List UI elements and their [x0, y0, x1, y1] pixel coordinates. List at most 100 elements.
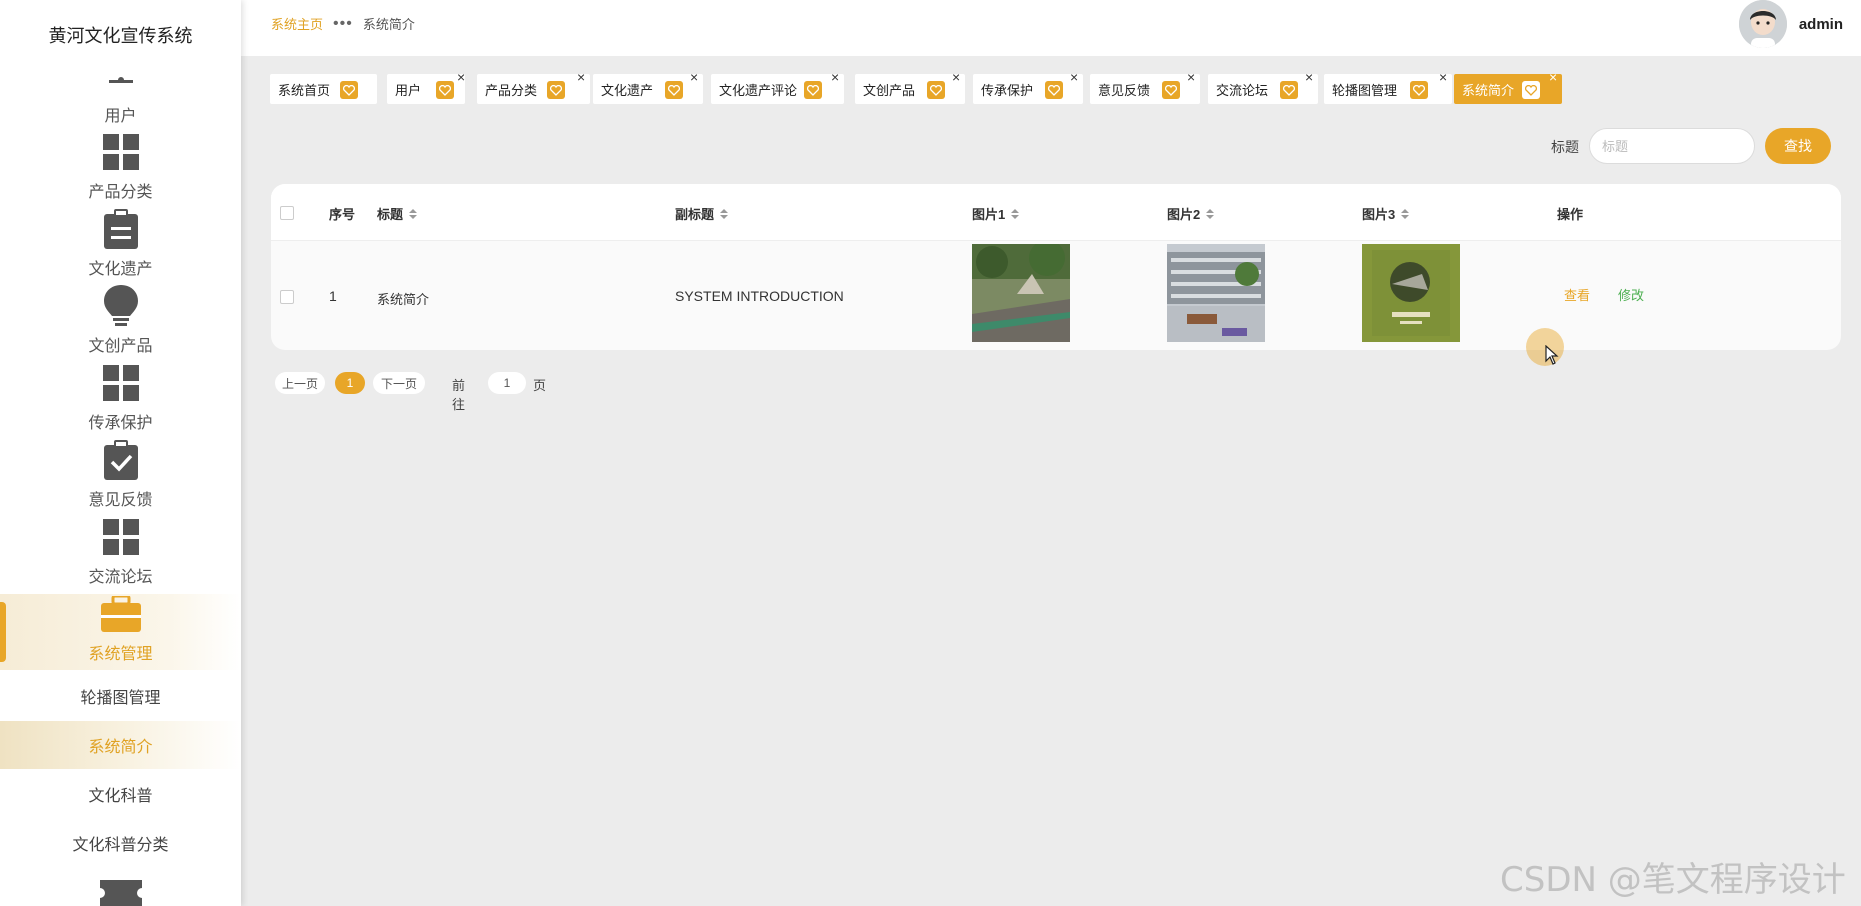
tab-users[interactable]: 用户 ×: [387, 70, 465, 104]
sidebar-item-forum[interactable]: 交流论坛: [0, 517, 241, 593]
tab-inheritance-protection[interactable]: 传承保护 ×: [973, 70, 1083, 104]
tab-label: 系统首页: [278, 82, 331, 98]
table-header: 序号 标题 副标题 图片1 图片2 图片3 操作: [271, 184, 1841, 241]
close-icon[interactable]: ×: [831, 70, 839, 84]
sidebar-item-system-management[interactable]: 系统管理: [0, 594, 241, 670]
edit-button[interactable]: 修改: [1618, 285, 1644, 304]
breadcrumb-separator: •••: [333, 14, 353, 32]
sidebar-item-cultural-heritage[interactable]: 文化遗产: [0, 209, 241, 285]
page-input[interactable]: 1: [488, 372, 526, 394]
avatar[interactable]: [1738, 0, 1787, 48]
prev-page-button[interactable]: 上一页: [275, 372, 325, 394]
column-header-subtitle[interactable]: 副标题: [675, 204, 729, 223]
tab-carousel[interactable]: 轮播图管理 ×: [1324, 70, 1452, 104]
close-icon[interactable]: ×: [1187, 70, 1195, 84]
clipboard-icon: [101, 209, 141, 249]
tab-forum[interactable]: 交流论坛 ×: [1208, 70, 1318, 104]
close-icon[interactable]: ×: [457, 70, 465, 84]
heart-icon: [1522, 81, 1540, 99]
briefcase-icon: [100, 594, 141, 634]
breadcrumb-home[interactable]: 系统主页: [271, 14, 323, 33]
user-menu[interactable]: admin: [1738, 0, 1843, 48]
sort-icon[interactable]: [1011, 208, 1020, 219]
breadcrumb-current: 系统简介: [362, 17, 415, 32]
column-header-actions: 操作: [1557, 207, 1584, 222]
sort-icon[interactable]: [1401, 208, 1410, 219]
sidebar-item-label: 文化遗产: [88, 261, 153, 278]
close-icon[interactable]: ×: [690, 70, 698, 84]
tab-label: 文化遗产: [601, 82, 654, 98]
close-icon[interactable]: ×: [1070, 70, 1078, 84]
tab-cultural-heritage[interactable]: 文化遗产 ×: [593, 70, 703, 104]
tab-label: 系统简介: [1462, 82, 1515, 98]
select-all-checkbox[interactable]: [280, 206, 294, 220]
sort-icon[interactable]: [720, 208, 729, 219]
grid-icon: [101, 517, 141, 557]
app-title: 黄河文化宣传系统: [48, 26, 193, 46]
search-label: 标题: [1551, 139, 1579, 155]
column-header-image2[interactable]: 图片2: [1167, 204, 1215, 223]
sidebar: 黄河文化宣传系统 用户 产品分类 文化遗产 文创产品 传承保护 意见反馈 交流论…: [0, 0, 241, 906]
heart-icon: [665, 81, 683, 99]
row-index: 1: [329, 288, 337, 304]
current-page[interactable]: 1: [335, 372, 365, 394]
column-header-index: 序号: [329, 207, 356, 222]
tab-creative-products[interactable]: 文创产品 ×: [855, 70, 965, 104]
close-icon[interactable]: ×: [952, 70, 960, 84]
row-image1[interactable]: [972, 244, 1070, 342]
user-icon: [101, 56, 141, 96]
submenu-item-culture-science-category[interactable]: 文化科普分类: [0, 819, 241, 867]
search-input[interactable]: [1589, 128, 1755, 164]
sidebar-item-users[interactable]: 用户: [0, 56, 241, 132]
row-image3[interactable]: [1362, 244, 1460, 342]
row-image2[interactable]: [1167, 244, 1265, 342]
tab-label: 文创产品: [863, 82, 916, 98]
username[interactable]: admin: [1799, 16, 1843, 33]
tab-label: 交流论坛: [1216, 82, 1269, 98]
tab-product-category[interactable]: 产品分类 ×: [477, 70, 590, 104]
tab-label: 轮播图管理: [1332, 82, 1398, 98]
next-page-button[interactable]: 下一页: [373, 372, 425, 394]
search-button[interactable]: 查找: [1765, 128, 1831, 164]
grid-icon: [101, 132, 141, 172]
tab-label: 产品分类: [485, 82, 538, 98]
sidebar-item-product-category[interactable]: 产品分类: [0, 132, 241, 208]
tab-label: 传承保护: [981, 82, 1034, 98]
tab-feedback[interactable]: 意见反馈 ×: [1090, 70, 1200, 104]
sidebar-item-feedback[interactable]: 意见反馈: [0, 440, 241, 516]
sidebar-item-creative-products[interactable]: 文创产品: [0, 285, 241, 362]
sidebar-item-label: 系统管理: [88, 646, 153, 663]
sidebar-item-label: 交流论坛: [88, 569, 153, 586]
tab-system-intro[interactable]: 系统简介 ×: [1454, 70, 1562, 104]
close-icon[interactable]: ×: [577, 70, 585, 84]
sidebar-item-label: 文创产品: [88, 338, 153, 355]
close-icon[interactable]: ×: [1305, 70, 1313, 84]
column-header-image1[interactable]: 图片1: [972, 204, 1020, 223]
column-header-title[interactable]: 标题: [377, 204, 418, 223]
submenu-item-system-intro[interactable]: 系统简介: [0, 721, 241, 769]
submenu-item-carousel[interactable]: 轮播图管理: [0, 672, 241, 720]
tab-label: 用户: [395, 82, 422, 98]
sort-icon[interactable]: [409, 208, 418, 219]
goto-label: 前往: [452, 378, 466, 412]
sort-icon[interactable]: [1206, 208, 1215, 219]
row-checkbox[interactable]: [280, 290, 294, 304]
sidebar-item-inheritance-protection[interactable]: 传承保护: [0, 363, 241, 439]
watermark: CSDN @笔文程序设计: [1500, 860, 1846, 900]
mouse-pointer-icon: [1545, 344, 1559, 370]
close-icon[interactable]: ×: [1439, 70, 1447, 84]
sidebar-item-label: 产品分类: [88, 184, 153, 201]
heart-icon: [547, 81, 565, 99]
submenu-item-culture-science[interactable]: 文化科普: [0, 770, 241, 818]
heart-icon: [927, 81, 945, 99]
sidebar-item-label: 用户: [104, 108, 137, 125]
tab-home[interactable]: 系统首页: [270, 74, 377, 104]
tab-heritage-comments[interactable]: 文化遗产评论 ×: [711, 70, 844, 104]
row-subtitle: SYSTEM INTRODUCTION: [675, 288, 844, 304]
tab-label: 文化遗产评论: [719, 82, 798, 98]
view-button[interactable]: 查看: [1564, 285, 1590, 304]
column-header-image3[interactable]: 图片3: [1362, 204, 1410, 223]
tab-label: 意见反馈: [1098, 82, 1151, 98]
close-icon[interactable]: ×: [1549, 70, 1557, 84]
heart-icon: [1280, 81, 1298, 99]
